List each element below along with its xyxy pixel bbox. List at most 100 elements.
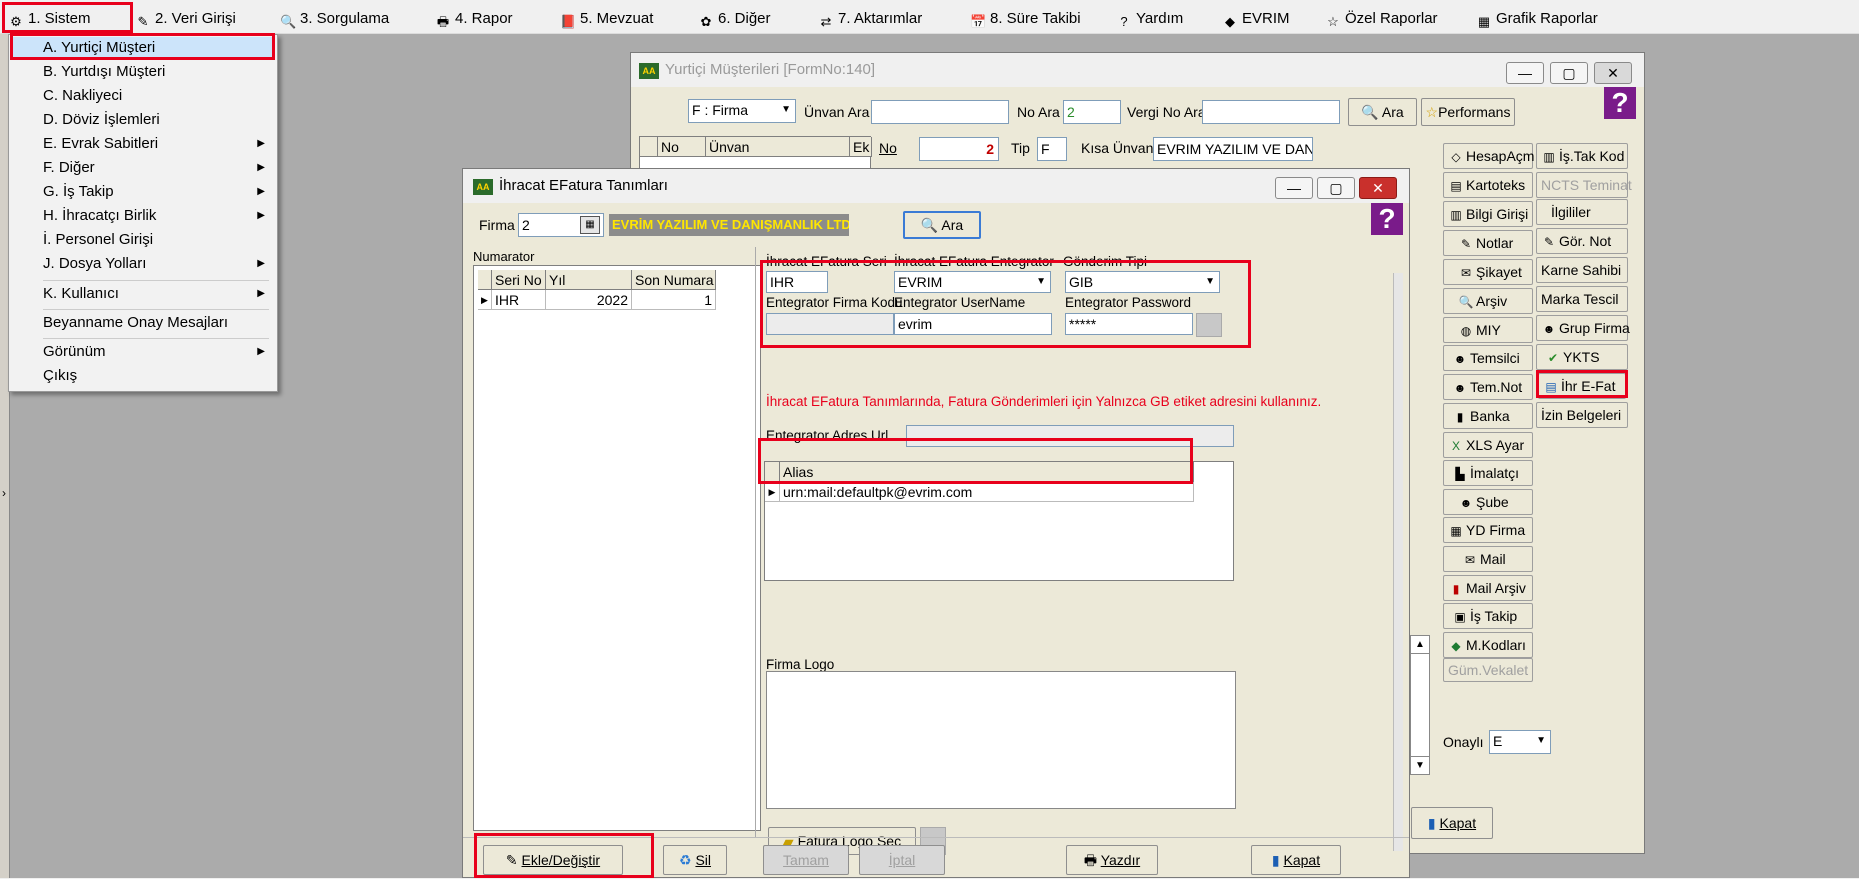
sikayet-button[interactable]: ✉ Şikayet — [1443, 259, 1533, 285]
numarator-grid[interactable]: Seri No Yıl Son Numara ▶ IHR 2022 1 — [473, 265, 761, 831]
efatura-kapat-button[interactable]: ▮ Kapat — [1251, 845, 1341, 875]
menu-item-cikis[interactable]: Çıkış — [13, 365, 275, 387]
onayli-select[interactable]: E ▼ — [1489, 730, 1551, 754]
ekle-degistir-button[interactable]: ✎ Ekle/Değiştir — [483, 845, 623, 875]
menu-item-kullanici[interactable]: K. Kullanıcı ▶ — [13, 283, 275, 305]
miy-button[interactable]: ◍ MIY — [1443, 317, 1533, 343]
yd-firma-button[interactable]: ▦ YD Firma — [1443, 517, 1533, 543]
menu-item-dosya-yollari[interactable]: J. Dosya Yolları ▶ — [13, 253, 275, 275]
menu-item-diger[interactable]: F. Diğer ▶ — [13, 157, 275, 179]
no-ara-input[interactable]: 2 — [1063, 100, 1121, 124]
alias-grid[interactable]: Alias ▶ urn:mail:defaultpk@evrim.com — [764, 461, 1234, 581]
menu-item-yurtici-musteri[interactable]: A. Yurtiçi Müşteri — [13, 37, 275, 59]
menu-rapor[interactable]: 🖶 4. Rapor — [435, 7, 513, 31]
musteri-ara-button[interactable]: 🔍 Ara — [1348, 98, 1417, 126]
unvan-ara-input[interactable] — [871, 100, 1009, 124]
kisa-unvan-input[interactable]: EVRIM YAZILIM VE DAN — [1153, 137, 1313, 161]
username-input[interactable]: evrim — [894, 313, 1052, 335]
scroll-down-icon[interactable]: ▼ — [1411, 756, 1429, 774]
ilgililer-button[interactable]: İlgililer — [1536, 199, 1628, 225]
menu-item-gorunum[interactable]: Görünüm ▶ — [13, 341, 275, 363]
ykts-button[interactable]: ✔ YKTS — [1536, 344, 1628, 370]
gor-not-button[interactable]: ✎ Gör. Not — [1536, 228, 1628, 254]
adres-url-input[interactable] — [906, 425, 1234, 447]
menu-item-evrak-sabitleri[interactable]: E. Evrak Sabitleri ▶ — [13, 133, 275, 155]
m-kodlari-button[interactable]: ◆ M.Kodları — [1443, 632, 1533, 658]
menu-veri-girisi[interactable]: ✎ 2. Veri Girişi — [135, 7, 236, 31]
karne-sahibi-button[interactable]: Karne Sahibi — [1536, 257, 1628, 283]
mail-button[interactable]: ✉ Mail — [1443, 546, 1533, 572]
yazdir-button[interactable]: 🖶 Yazdır — [1066, 845, 1158, 875]
password-toggle-button[interactable] — [1196, 313, 1222, 337]
imalatci-button[interactable]: ▙ İmalatçı — [1443, 460, 1533, 486]
menu-item-beyanname-onay[interactable]: Beyanname Onay Mesajları — [13, 312, 275, 334]
password-input[interactable]: ***** — [1065, 313, 1193, 335]
menu-diger[interactable]: ✿ 6. Diğer — [698, 7, 771, 31]
is-takip-button[interactable]: ▣ İş Takip — [1443, 603, 1533, 629]
vergi-no-ara-input[interactable] — [1202, 100, 1340, 124]
performans-button[interactable]: ☆Performans — [1421, 98, 1515, 126]
menu-sistem[interactable]: ⚙ 1. Sistem — [8, 7, 90, 31]
kartoteks-button[interactable]: ▤ Kartoteks — [1443, 172, 1533, 198]
tip-input[interactable]: F — [1037, 137, 1067, 161]
tem-not-button[interactable]: ☻ Tem.Not — [1443, 374, 1533, 400]
menu-evrim[interactable]: ◆ EVRIM — [1222, 7, 1290, 31]
menu-yardim[interactable]: ? Yardım — [1116, 7, 1183, 31]
menu-sorgulama[interactable]: 🔍 3. Sorgulama — [280, 7, 389, 31]
no-input[interactable]: 2 — [919, 137, 999, 161]
menu-sure-takibi[interactable]: 📅 8. Süre Takibi — [970, 7, 1081, 31]
menu-aktarimlar[interactable]: ⇄ 7. Aktarımlar — [818, 7, 923, 31]
help-question-icon[interactable]: ? — [1371, 203, 1403, 235]
minimize-button[interactable]: — — [1506, 62, 1544, 84]
grup-firma-button[interactable]: ☻ Grup Firma — [1536, 315, 1630, 341]
musteri-scrollbar[interactable]: ▲ ▼ — [1410, 635, 1430, 775]
efatura-ara-button[interactable]: 🔍 Ara — [903, 211, 981, 239]
notlar-button[interactable]: ✎ Notlar — [1443, 230, 1533, 256]
menu-ozel-raporlar[interactable]: ☆ Özel Raporlar — [1325, 7, 1437, 31]
sube-button[interactable]: ☻ Şube — [1443, 489, 1533, 515]
menu-item-personel-girisi[interactable]: İ. Personel Girişi — [13, 229, 275, 251]
gonderim-select[interactable]: GIB ▼ — [1065, 271, 1220, 293]
entegrator-select[interactable]: EVRIM ▼ — [894, 271, 1051, 293]
help-question-icon[interactable]: ? — [1604, 87, 1636, 119]
banka-button[interactable]: ▮ Banka — [1443, 403, 1533, 429]
xls-ayar-button[interactable]: X XLS Ayar — [1443, 432, 1533, 458]
filter-select[interactable]: F : Firma ▼ — [688, 99, 796, 123]
is-tak-kod-button[interactable]: ▥ İş.Tak Kod — [1536, 143, 1628, 169]
menu-item-yurtdisi-musteri[interactable]: B. Yurtdışı Müşteri — [13, 61, 275, 83]
bilgi-girisi-button[interactable]: ▥ Bilgi Girişi — [1443, 201, 1533, 227]
close-button[interactable]: ✕ — [1594, 62, 1632, 84]
menu-item-doviz-islemleri[interactable]: D. Döviz İşlemleri — [13, 109, 275, 131]
seri-input[interactable]: IHR — [766, 271, 828, 293]
minimize-button[interactable]: — — [1275, 177, 1313, 199]
maximize-button[interactable]: ▢ — [1550, 62, 1588, 84]
musteri-kapat-button[interactable]: ▮ Kapat — [1411, 807, 1493, 839]
menu-grafik-raporlar[interactable]: ▦ Grafik Raporlar — [1476, 7, 1598, 31]
alias-cell[interactable]: urn:mail:defaultpk@evrim.com — [780, 482, 1194, 502]
mail-arsiv-button[interactable]: ▮ Mail Arşiv — [1443, 575, 1533, 601]
iptal-button[interactable]: İptal — [859, 845, 945, 875]
num-cell-son-numara[interactable]: 1 — [632, 290, 716, 310]
menu-item-nakliyeci[interactable]: C. Nakliyeci — [13, 85, 275, 107]
ncts-teminat-button[interactable]: NCTS Teminat — [1536, 172, 1632, 198]
sil-button[interactable]: ♻ Sil — [663, 845, 727, 875]
menu-item-ihracatci-birlik[interactable]: H. İhracatçı Birlik ▶ — [13, 205, 275, 227]
num-cell-seri-no[interactable]: IHR — [492, 290, 546, 310]
close-button[interactable]: ✕ — [1359, 177, 1397, 199]
izin-belgeleri-button[interactable]: İzin Belgeleri — [1536, 402, 1628, 428]
firma-kodu-input[interactable] — [766, 313, 894, 335]
hesapacm-button[interactable]: ◇ HesapAçm — [1443, 143, 1534, 169]
temsilci-button[interactable]: ☻ Temsilci — [1443, 345, 1533, 371]
num-cell-yil[interactable]: 2022 — [546, 290, 632, 310]
gum-vekalet-button[interactable]: Güm.Vekalet — [1443, 658, 1533, 682]
ihr-e-fat-button[interactable]: ▤ İhr E-Fat — [1538, 373, 1626, 399]
tamam-button[interactable]: Tamam — [763, 845, 849, 875]
marka-tescil-button[interactable]: Marka Tescil — [1536, 286, 1628, 312]
menu-mevzuat[interactable]: 📕 5. Mevzuat — [560, 7, 653, 31]
menu-item-is-takip[interactable]: G. İş Takip ▶ — [13, 181, 275, 203]
lookup-icon[interactable]: ▦ — [580, 216, 600, 234]
arsiv-button[interactable]: 🔍 Arşiv — [1443, 288, 1533, 314]
efatura-scrollbar[interactable] — [1393, 273, 1403, 851]
scroll-up-icon[interactable]: ▲ — [1411, 636, 1429, 654]
maximize-button[interactable]: ▢ — [1317, 177, 1355, 199]
